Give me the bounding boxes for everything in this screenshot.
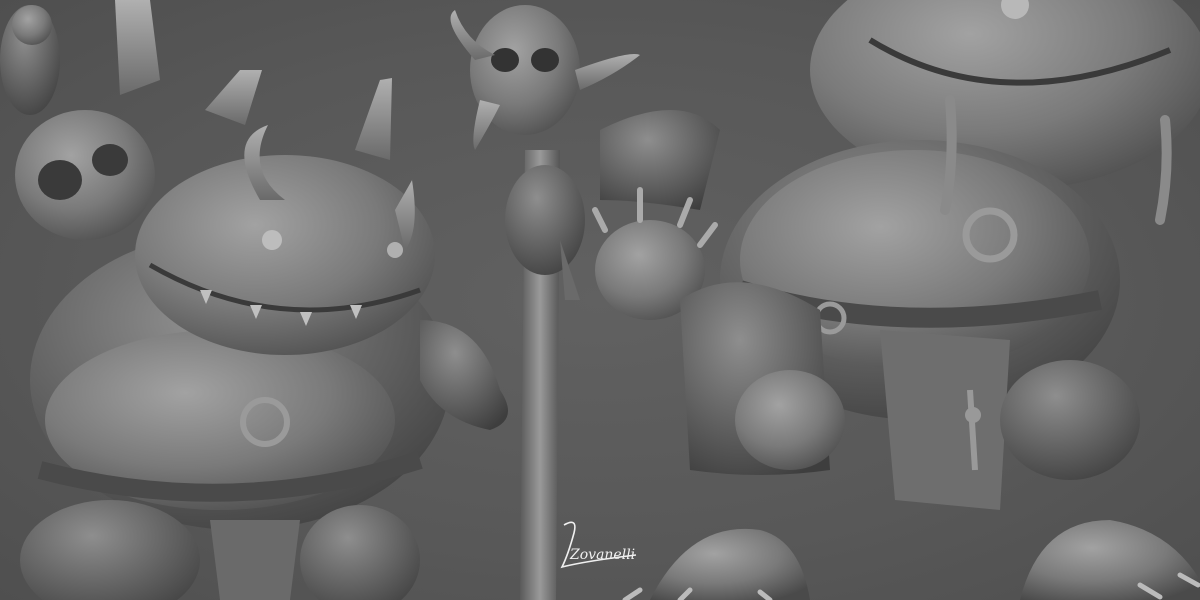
left-character-view: [0, 0, 508, 600]
signature-text: Zovanelli: [569, 547, 635, 563]
sculpt-render-canvas: Zovanelli: [0, 0, 1200, 600]
right-character-view: [592, 0, 1200, 600]
sculpt-scene: [0, 0, 1200, 600]
artist-signature: Zovanelli: [560, 521, 637, 569]
